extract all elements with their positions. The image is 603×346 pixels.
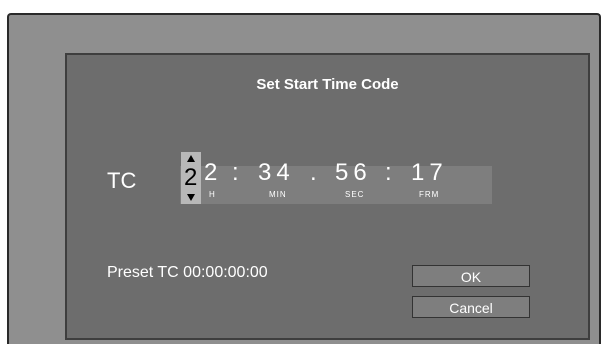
arrow-down-icon[interactable]: [187, 194, 195, 201]
unit-frm-label: FRM: [419, 190, 440, 199]
display-frame: Set Start Time Code TC 2 2 : 34 . 56 : 1…: [7, 13, 601, 344]
dialog-title: Set Start Time Code: [256, 76, 399, 93]
separator-dot: .: [310, 159, 322, 186]
hours-active-digit[interactable]: 2: [184, 164, 197, 192]
preset-tc-text: Preset TC 00:00:00:00: [107, 264, 268, 281]
active-digit-selector[interactable]: 2: [181, 152, 201, 204]
unit-h-label: H: [209, 190, 216, 199]
unit-min-label: MIN: [269, 190, 287, 199]
separator-colon-1: :: [232, 159, 244, 186]
set-start-time-code-dialog: Set Start Time Code TC 2 2 : 34 . 56 : 1…: [65, 53, 590, 340]
minutes-value[interactable]: 34: [258, 159, 295, 187]
timecode-field[interactable]: 2 2 : 34 . 56 : 17 H MIN SEC FRM: [180, 152, 492, 204]
tc-label: TC: [107, 168, 137, 193]
ok-button[interactable]: OK: [412, 265, 530, 287]
unit-sec-label: SEC: [345, 190, 365, 199]
arrow-up-icon[interactable]: [187, 155, 195, 162]
cancel-button[interactable]: Cancel: [412, 296, 530, 318]
seconds-value[interactable]: 56: [335, 159, 372, 187]
separator-colon-2: :: [385, 159, 397, 186]
frames-value[interactable]: 17: [411, 159, 448, 187]
hours-rest-digit[interactable]: 2: [204, 159, 222, 187]
